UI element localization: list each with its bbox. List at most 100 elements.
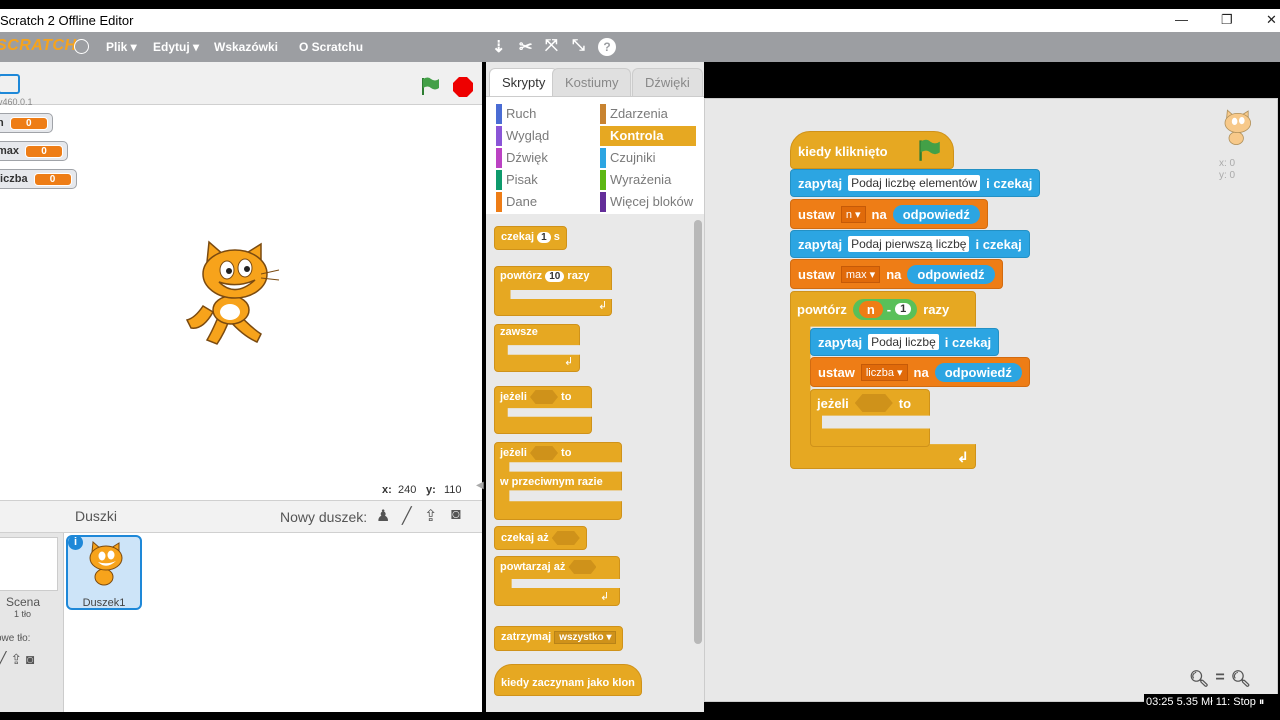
variable-dropdown[interactable]: liczba ▾ — [860, 363, 908, 381]
answer-reporter[interactable]: odpowiedź — [907, 264, 995, 284]
stop-dropdown[interactable]: wszystko ▾ — [554, 631, 617, 644]
grow-icon[interactable]: ⤧ — [545, 37, 558, 55]
block-repeat-until[interactable]: powtarzaj aż — [494, 556, 602, 580]
help-icon[interactable]: ? — [598, 38, 616, 56]
shrink-icon[interactable]: ⤡ — [572, 37, 585, 55]
x-value: 240 — [398, 484, 417, 496]
category-wyglad[interactable]: Wygląd — [496, 126, 592, 146]
fullscreen-icon[interactable] — [0, 74, 20, 94]
scratch-logo[interactable]: SCRATCH — [0, 37, 77, 55]
backdrop-count: 1 tło — [14, 609, 32, 619]
tab-sounds[interactable]: Dźwięki — [632, 68, 703, 96]
tab-scripts[interactable]: Skrypty — [489, 68, 559, 96]
globe-icon[interactable] — [74, 39, 89, 54]
tab-costumes[interactable]: Kostiumy — [552, 68, 632, 96]
boolean-slot[interactable] — [854, 394, 893, 412]
stop-icon[interactable] — [453, 77, 473, 97]
menu-file[interactable]: Plik ▾ — [106, 40, 137, 54]
duplicate-stamp-icon[interactable]: ⇣ — [492, 37, 505, 57]
palette-scrollbar[interactable] — [694, 220, 702, 644]
new-backdrop-label: owe tło: — [0, 633, 31, 644]
category-ruch[interactable]: Ruch — [496, 104, 592, 124]
menu-edit[interactable]: Edytuj ▾ — [153, 40, 199, 54]
number-input[interactable]: 1 — [895, 303, 912, 315]
boolean-slot[interactable] — [529, 390, 558, 404]
y-label: y: — [426, 484, 436, 496]
upload-sprite-icon[interactable]: ⇪ — [424, 506, 437, 526]
monitor-label: max — [0, 145, 20, 157]
block-set-max[interactable]: ustaw max ▾ na odpowiedź — [790, 259, 1003, 289]
block-repeat[interactable]: powtórz 10 razy — [494, 266, 595, 290]
minimize-button[interactable]: — — [1175, 12, 1188, 27]
block-forever[interactable]: zawsze — [494, 322, 544, 346]
loop-arrow-icon: ↲ — [564, 356, 574, 368]
subtract-operator[interactable]: n - 1 — [852, 298, 918, 320]
category-kontrola[interactable]: Kontrola — [600, 126, 696, 146]
cut-icon[interactable]: ✂ — [519, 37, 532, 57]
variable-monitor-n[interactable]: n 0 — [0, 113, 53, 133]
zoom-reset-icon[interactable]: = — [1215, 669, 1224, 689]
ask-text-input[interactable]: Podaj liczbę elementów — [848, 175, 981, 191]
block-if[interactable]: jeżeli to — [494, 386, 577, 410]
green-flag-icon[interactable] — [420, 76, 440, 96]
sprites-title: Duszki — [75, 508, 118, 524]
menu-bar: SCRATCH Plik ▾ Edytuj ▾ Wskazówki O Scra… — [0, 32, 1280, 62]
boolean-slot[interactable] — [551, 531, 580, 545]
menu-about[interactable]: O Scratchu — [299, 40, 363, 54]
block-when-clone[interactable]: kiedy zaczynam jako klon — [494, 664, 642, 696]
ask-text-input[interactable]: Podaj liczbę — [868, 334, 939, 350]
sprite-x: x: 0 — [1219, 158, 1236, 169]
variable-monitor-max[interactable]: max 0 — [0, 141, 69, 161]
ask-text-input[interactable]: Podaj pierwszą liczbę — [848, 236, 970, 252]
zoom-in-icon[interactable]: 🔍︎ — [1231, 669, 1251, 689]
close-button[interactable]: ✕ — [1266, 12, 1277, 28]
answer-reporter[interactable]: odpowiedź — [892, 204, 980, 224]
category-dane[interactable]: Dane — [496, 192, 592, 212]
answer-reporter[interactable]: odpowiedź — [934, 362, 1022, 382]
category-czujniki[interactable]: Czujniki — [600, 148, 696, 168]
block-ask-number[interactable]: zapytaj Podaj liczbę i czekaj — [810, 328, 1000, 356]
block-when-flag-clicked[interactable]: kiedy kliknięto — [790, 131, 954, 169]
cat-sprite[interactable] — [183, 240, 283, 348]
stage-thumbnail[interactable] — [0, 537, 58, 591]
block-wait-until[interactable]: czekaj aż — [494, 526, 587, 550]
mouse-coordinates: x: 240 y: 110 — [0, 482, 482, 500]
repeat-header: powtórz n - 1 razy — [790, 293, 956, 325]
block-stop[interactable]: zatrzymaj wszystko ▾ — [494, 626, 624, 651]
block-if-else[interactable]: jeżeli to — [494, 442, 577, 466]
variable-monitor-liczba[interactable]: liczba 0 — [0, 169, 77, 189]
category-dzwiek[interactable]: Dźwięk — [496, 148, 592, 168]
variable-dropdown[interactable]: max ▾ — [840, 265, 881, 283]
boolean-slot[interactable] — [568, 560, 597, 574]
set-to-label: na — [913, 364, 929, 380]
block-set-liczba[interactable]: ustaw liczba ▾ na odpowiedź — [810, 357, 1030, 387]
scripts-area[interactable]: kiedy kliknięto zapytaj Podaj liczbę ele… — [704, 98, 1278, 702]
category-zdarzenia[interactable]: Zdarzenia — [600, 104, 696, 124]
block-ask-first[interactable]: zapytaj Podaj pierwszą liczbę i czekaj — [790, 230, 1030, 258]
variable-reporter-n[interactable]: n — [858, 300, 883, 318]
category-pisak[interactable]: Pisak — [496, 170, 592, 190]
window-title: Scratch 2 Offline Editor — [0, 13, 134, 28]
boolean-slot[interactable] — [529, 446, 558, 460]
block-set-n[interactable]: ustaw n ▾ na odpowiedź — [790, 199, 988, 229]
block-ask-elements[interactable]: zapytaj Podaj liczbę elementów i czekaj — [790, 169, 1041, 197]
category-color-bar — [600, 148, 606, 168]
restore-button[interactable]: ❐ — [1221, 12, 1233, 28]
current-sprite-indicator: x: 0 y: 0 — [1217, 109, 1267, 182]
category-wyrazenia[interactable]: Wyrażenia — [600, 170, 696, 190]
menu-tips[interactable]: Wskazówki — [214, 40, 278, 54]
backdrop-tools-icon[interactable]: ╱ ⇪ ◙ — [0, 651, 34, 668]
choose-sprite-library-icon[interactable]: ♟ — [376, 506, 390, 526]
block-wait[interactable]: czekaj 1 s — [494, 226, 567, 250]
stage-selector[interactable]: Scena 1 tło owe tło: ╱ ⇪ ◙ — [0, 533, 64, 713]
ask-label: zapytaj — [818, 334, 863, 350]
zoom-out-icon[interactable]: 🔍︎ — [1189, 669, 1209, 689]
paint-sprite-icon[interactable]: ╱ — [402, 506, 412, 526]
sprite-panel-header: Duszki Nowy duszek: ♟ ╱ ⇪ ◙ — [0, 501, 482, 533]
category-wiecej-blokow[interactable]: Więcej bloków — [600, 192, 696, 212]
y-value: 110 — [444, 484, 462, 496]
repeat-unit-label: razy — [923, 301, 950, 317]
sprite-thumbnail-duszek1[interactable]: i Duszek1 — [66, 535, 142, 610]
variable-dropdown[interactable]: n ▾ — [840, 205, 866, 223]
camera-icon[interactable]: ◙ — [451, 506, 461, 524]
